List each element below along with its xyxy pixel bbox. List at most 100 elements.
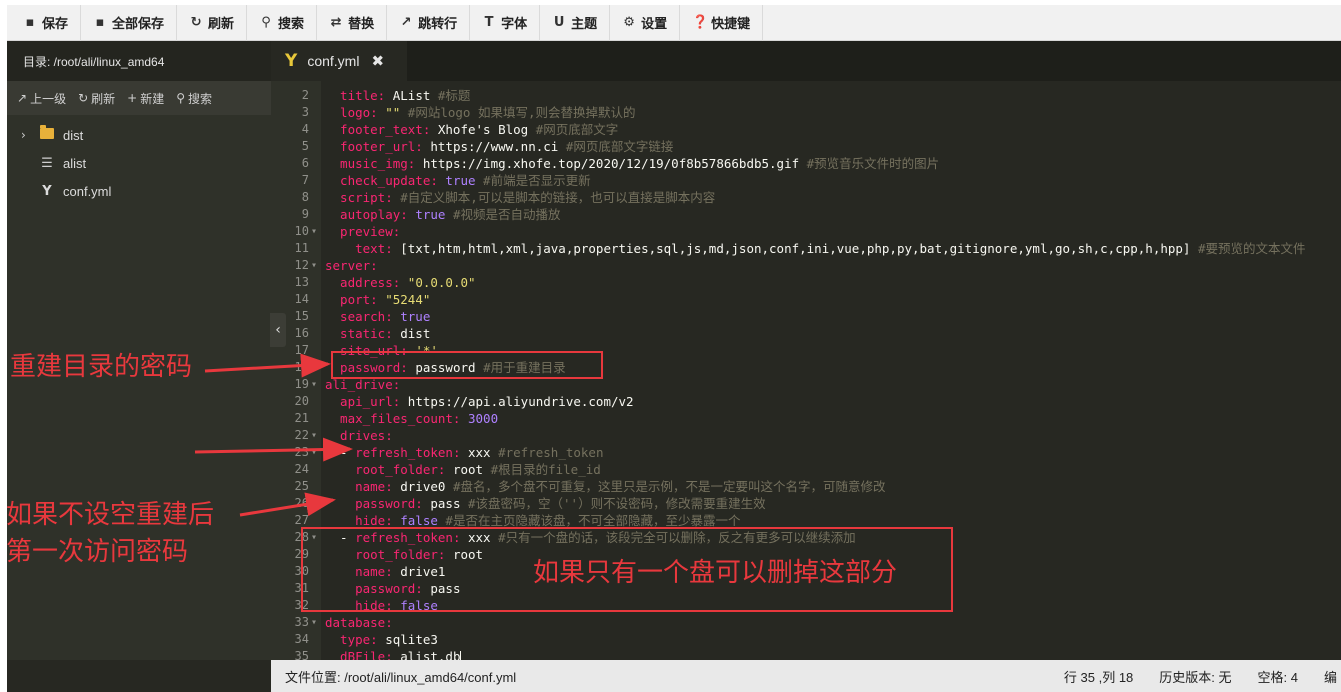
code-token: [txt,htm,html,xml,java,properties,sql,js… [392,241,1198,256]
code-text: dBFile: alist.db [325,648,462,660]
collapse-sidebar-handle[interactable]: ‹ [270,313,286,347]
toolbar-button-7[interactable]: U 主题 [540,5,611,41]
toolbar-button-2[interactable]: ↻ 刷新 [177,5,248,41]
tree-item-0[interactable]: › dist [7,121,271,149]
toolbar-button-1[interactable]: ▪ 全部保存 [81,5,178,41]
tree-item-2[interactable]: ›Yconf.yml [7,177,271,205]
line-number: 8 [301,190,309,204]
code-token: text: [325,241,393,256]
replace-icon: ⇄ [330,15,342,30]
toolbar-button-6[interactable]: T 字体 [470,5,541,41]
fold-toggle-icon[interactable]: ▾ [311,257,317,274]
tree-item-label: dist [63,127,84,143]
sidebar-action-label: 刷新 [91,91,116,106]
code-token: autoplay: [325,207,408,222]
history-version[interactable]: 历史版本: 无 [1146,660,1244,692]
code-token: dist [392,326,431,341]
code-token: #盘名，多个盘不可重复，这里只是示例，不是一定要叫这个名字，可随意修改 [452,479,886,494]
file-location: 文件位置: /root/ali/linux_amd64/conf.yml [285,669,517,685]
toolbar-button-label: 保存 [42,16,69,31]
code-line: 22 ▾ drives: [271,427,1341,444]
code-line: 4 footer_text: Xhofe's Blog #网页底部文字 [271,121,1341,138]
up-arrow-icon: ↗ [17,91,28,105]
code-token: 3000 [460,411,499,426]
toolbar-button-0[interactable]: ▪ 保存 [11,5,82,41]
code-token: title: [325,88,386,103]
save-icon: ▪ [25,15,35,30]
fold-toggle-icon[interactable]: ▾ [311,444,317,461]
code-token: ali_drive: [325,377,401,392]
code-token: dBFile: [325,649,393,660]
search-icon: ⚲ [261,15,271,30]
code-text: server: [325,257,378,274]
line-number: 4 [301,122,309,136]
code-line: 9 autoplay: true #视频是否自动播放 [271,206,1341,223]
fold-toggle-icon[interactable]: ▾ [311,223,317,240]
code-token: true [437,173,484,188]
encoding-setting[interactable]: 编 [1311,660,1341,692]
sidebar-action-3[interactable]: ⚲ 搜索 [176,90,212,107]
sidebar-action-0[interactable]: ↗ 上一级 [17,90,66,107]
line-number: 11 [294,241,309,255]
code-token: type: [325,632,378,647]
code-token: footer_text: [325,122,431,137]
code-token: drive0 [392,479,453,494]
line-number: 14 [294,292,309,306]
code-text: preview: [325,223,400,240]
code-token: search: [325,309,393,324]
yaml-file-icon: Y [285,51,298,71]
code-text: static: dist [325,325,430,342]
fold-toggle-icon[interactable]: ▾ [311,614,317,631]
line-number: 24 [294,462,309,476]
tab-conf-yml[interactable]: Y conf.yml ✖ [271,41,407,81]
toolbar-button-label: 设置 [641,16,668,31]
line-number: 2 [301,88,309,102]
code-token: #根目录的file_id [490,462,601,477]
code-token: "5244" [377,292,431,307]
toolbar-button-5[interactable]: ↗ 跳转行 [387,5,471,41]
toolbar-button-4[interactable]: ⇄ 替换 [317,5,388,41]
code-token: api_url: [325,394,401,409]
code-token: AList [385,88,438,103]
indent-setting[interactable]: 空格: 4 [1245,660,1311,692]
line-number: 25 [294,479,309,493]
line-number: 10 [294,224,309,238]
code-token: script: [325,190,393,205]
code-token: #网页底部文字链接 [565,139,674,154]
chevron-right-icon[interactable]: › [21,128,35,142]
code-line: 16 static: dist [271,325,1341,342]
code-token: database: [325,615,393,630]
tree-item-label: conf.yml [63,183,112,199]
code-token: #网页底部文字 [535,122,619,137]
line-number: 21 [294,411,309,425]
line-number: 34 [294,632,309,646]
code-token: port: [325,292,378,307]
code-line: 26 password: pass #该盘密码，空（''）则不设密码，修改需要重… [271,495,1341,512]
toolbar-button-label: 替换 [348,16,375,31]
sidebar-action-1[interactable]: ↻ 刷新 [78,90,115,107]
code-token: refresh_token: [355,445,461,460]
toolbar-button-9[interactable]: ❓ 快捷键 [680,5,764,41]
code-token: root_folder: [325,462,446,477]
code-token: #该盘密码，空（''）则不设密码，修改需要重建生效 [468,496,766,511]
toolbar-button-label: 刷新 [208,16,235,31]
toolbar-button-8[interactable]: ⚙ 设置 [610,5,681,41]
fold-toggle-icon[interactable]: ▾ [311,376,317,393]
search-icon: ⚲ [176,91,186,105]
line-number: 20 [294,394,309,408]
code-text: name: drive0 #盘名，多个盘不可重复，这里只是示例，不是一定要叫这个… [325,478,885,495]
code-text: - refresh_token: xxx #refresh_token [325,444,603,461]
toolbar-button-3[interactable]: ⚲ 搜索 [247,5,318,41]
sidebar-action-2[interactable]: + 新建 [127,90,164,107]
toolbar-button-label: 快捷键 [711,16,751,31]
tree-item-1[interactable]: ›☰alist [7,149,271,177]
code-token: #标题 [437,88,471,103]
tree-item-label: alist [63,155,87,171]
cursor-position: 行 35 ,列 18 [1063,669,1134,685]
close-icon[interactable]: ✖ [371,52,384,70]
fold-toggle-icon[interactable]: ▾ [311,427,317,444]
code-token: true [392,309,431,324]
line-number: 22 [294,428,309,442]
code-text: database: [325,614,393,631]
code-token: alist.db [392,649,461,660]
